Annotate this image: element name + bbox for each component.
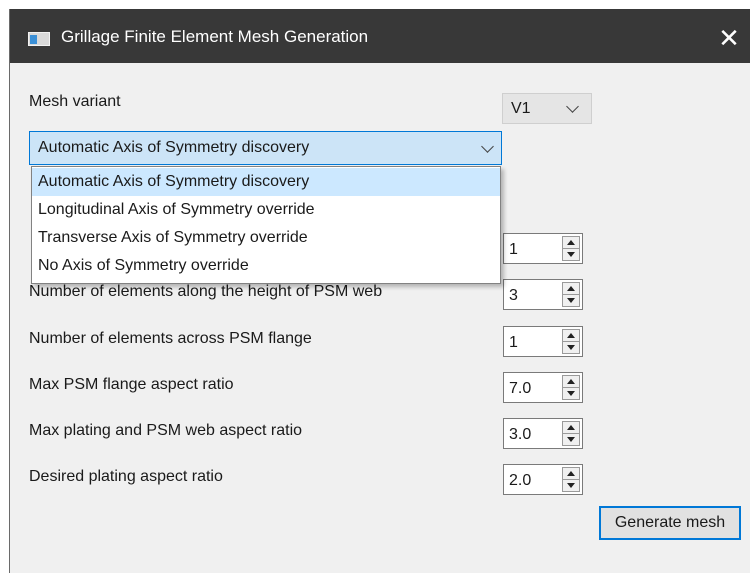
- spin-value-1[interactable]: 1: [509, 241, 518, 259]
- close-icon[interactable]: ✕: [714, 23, 744, 53]
- arrow-up-icon[interactable]: [567, 471, 575, 476]
- arrow-down-icon[interactable]: [567, 483, 575, 488]
- symmetry-combo[interactable]: Automatic Axis of Symmetry discovery: [29, 131, 502, 165]
- dropdown-option-automatic[interactable]: Automatic Axis of Symmetry discovery: [32, 168, 500, 196]
- spin-buttons-plating-ratio[interactable]: [562, 467, 580, 492]
- spin-input-psm-web[interactable]: 3: [503, 279, 583, 310]
- spin-input-1[interactable]: 1: [503, 233, 583, 264]
- window-title: Grillage Finite Element Mesh Generation: [61, 27, 369, 46]
- dialog-window: Grillage Finite Element Mesh Generation …: [9, 9, 750, 573]
- dropdown-option-none[interactable]: No Axis of Symmetry override: [32, 252, 500, 280]
- symmetry-dropdown-list[interactable]: Automatic Axis of Symmetry discovery Lon…: [31, 166, 501, 284]
- spin-value-plating-ratio[interactable]: 2.0: [509, 472, 531, 490]
- arrow-down-icon[interactable]: [567, 298, 575, 303]
- spin-value-web-ratio[interactable]: 3.0: [509, 426, 531, 444]
- field-label-web-ratio: Max plating and PSM web aspect ratio: [29, 422, 303, 439]
- field-label-psm-web: Number of elements along the height of P…: [29, 283, 383, 300]
- chevron-down-icon: [566, 100, 579, 113]
- field-label-plating-ratio: Desired plating aspect ratio: [29, 468, 223, 485]
- mesh-variant-label: Mesh variant: [29, 93, 121, 110]
- spin-input-plating-ratio[interactable]: 2.0: [503, 464, 583, 495]
- mesh-variant-select[interactable]: V1: [502, 93, 592, 124]
- app-window-icon: [28, 32, 50, 46]
- spin-value-psm-web[interactable]: 3: [509, 287, 518, 305]
- symmetry-combo-value: Automatic Axis of Symmetry discovery: [38, 139, 310, 156]
- arrow-up-icon[interactable]: [567, 240, 575, 245]
- spin-buttons-web-ratio[interactable]: [562, 421, 580, 446]
- spin-value-flange-ratio[interactable]: 7.0: [509, 380, 531, 398]
- arrow-up-icon[interactable]: [567, 286, 575, 291]
- dropdown-option-longitudinal[interactable]: Longitudinal Axis of Symmetry override: [32, 196, 500, 224]
- generate-mesh-button[interactable]: Generate mesh: [599, 506, 741, 540]
- spin-value-psm-flange[interactable]: 1: [509, 334, 518, 352]
- field-label-flange-ratio: Max PSM flange aspect ratio: [29, 376, 234, 393]
- spin-buttons-psm-web[interactable]: [562, 282, 580, 307]
- arrow-down-icon[interactable]: [567, 437, 575, 442]
- arrow-up-icon[interactable]: [567, 425, 575, 430]
- title-bar[interactable]: Grillage Finite Element Mesh Generation …: [10, 9, 750, 63]
- spin-buttons-psm-flange[interactable]: [562, 329, 580, 354]
- chevron-down-icon: [481, 140, 494, 153]
- arrow-up-icon[interactable]: [567, 333, 575, 338]
- arrow-down-icon[interactable]: [567, 345, 575, 350]
- spin-input-psm-flange[interactable]: 1: [503, 326, 583, 357]
- arrow-up-icon[interactable]: [567, 379, 575, 384]
- arrow-down-icon[interactable]: [567, 391, 575, 396]
- mesh-variant-value: V1: [511, 100, 531, 117]
- spin-input-web-ratio[interactable]: 3.0: [503, 418, 583, 449]
- arrow-down-icon[interactable]: [567, 252, 575, 257]
- dropdown-option-transverse[interactable]: Transverse Axis of Symmetry override: [32, 224, 500, 252]
- spin-buttons-flange-ratio[interactable]: [562, 375, 580, 400]
- spin-buttons-1[interactable]: [562, 236, 580, 261]
- field-label-psm-flange: Number of elements across PSM flange: [29, 330, 312, 347]
- spin-input-flange-ratio[interactable]: 7.0: [503, 372, 583, 403]
